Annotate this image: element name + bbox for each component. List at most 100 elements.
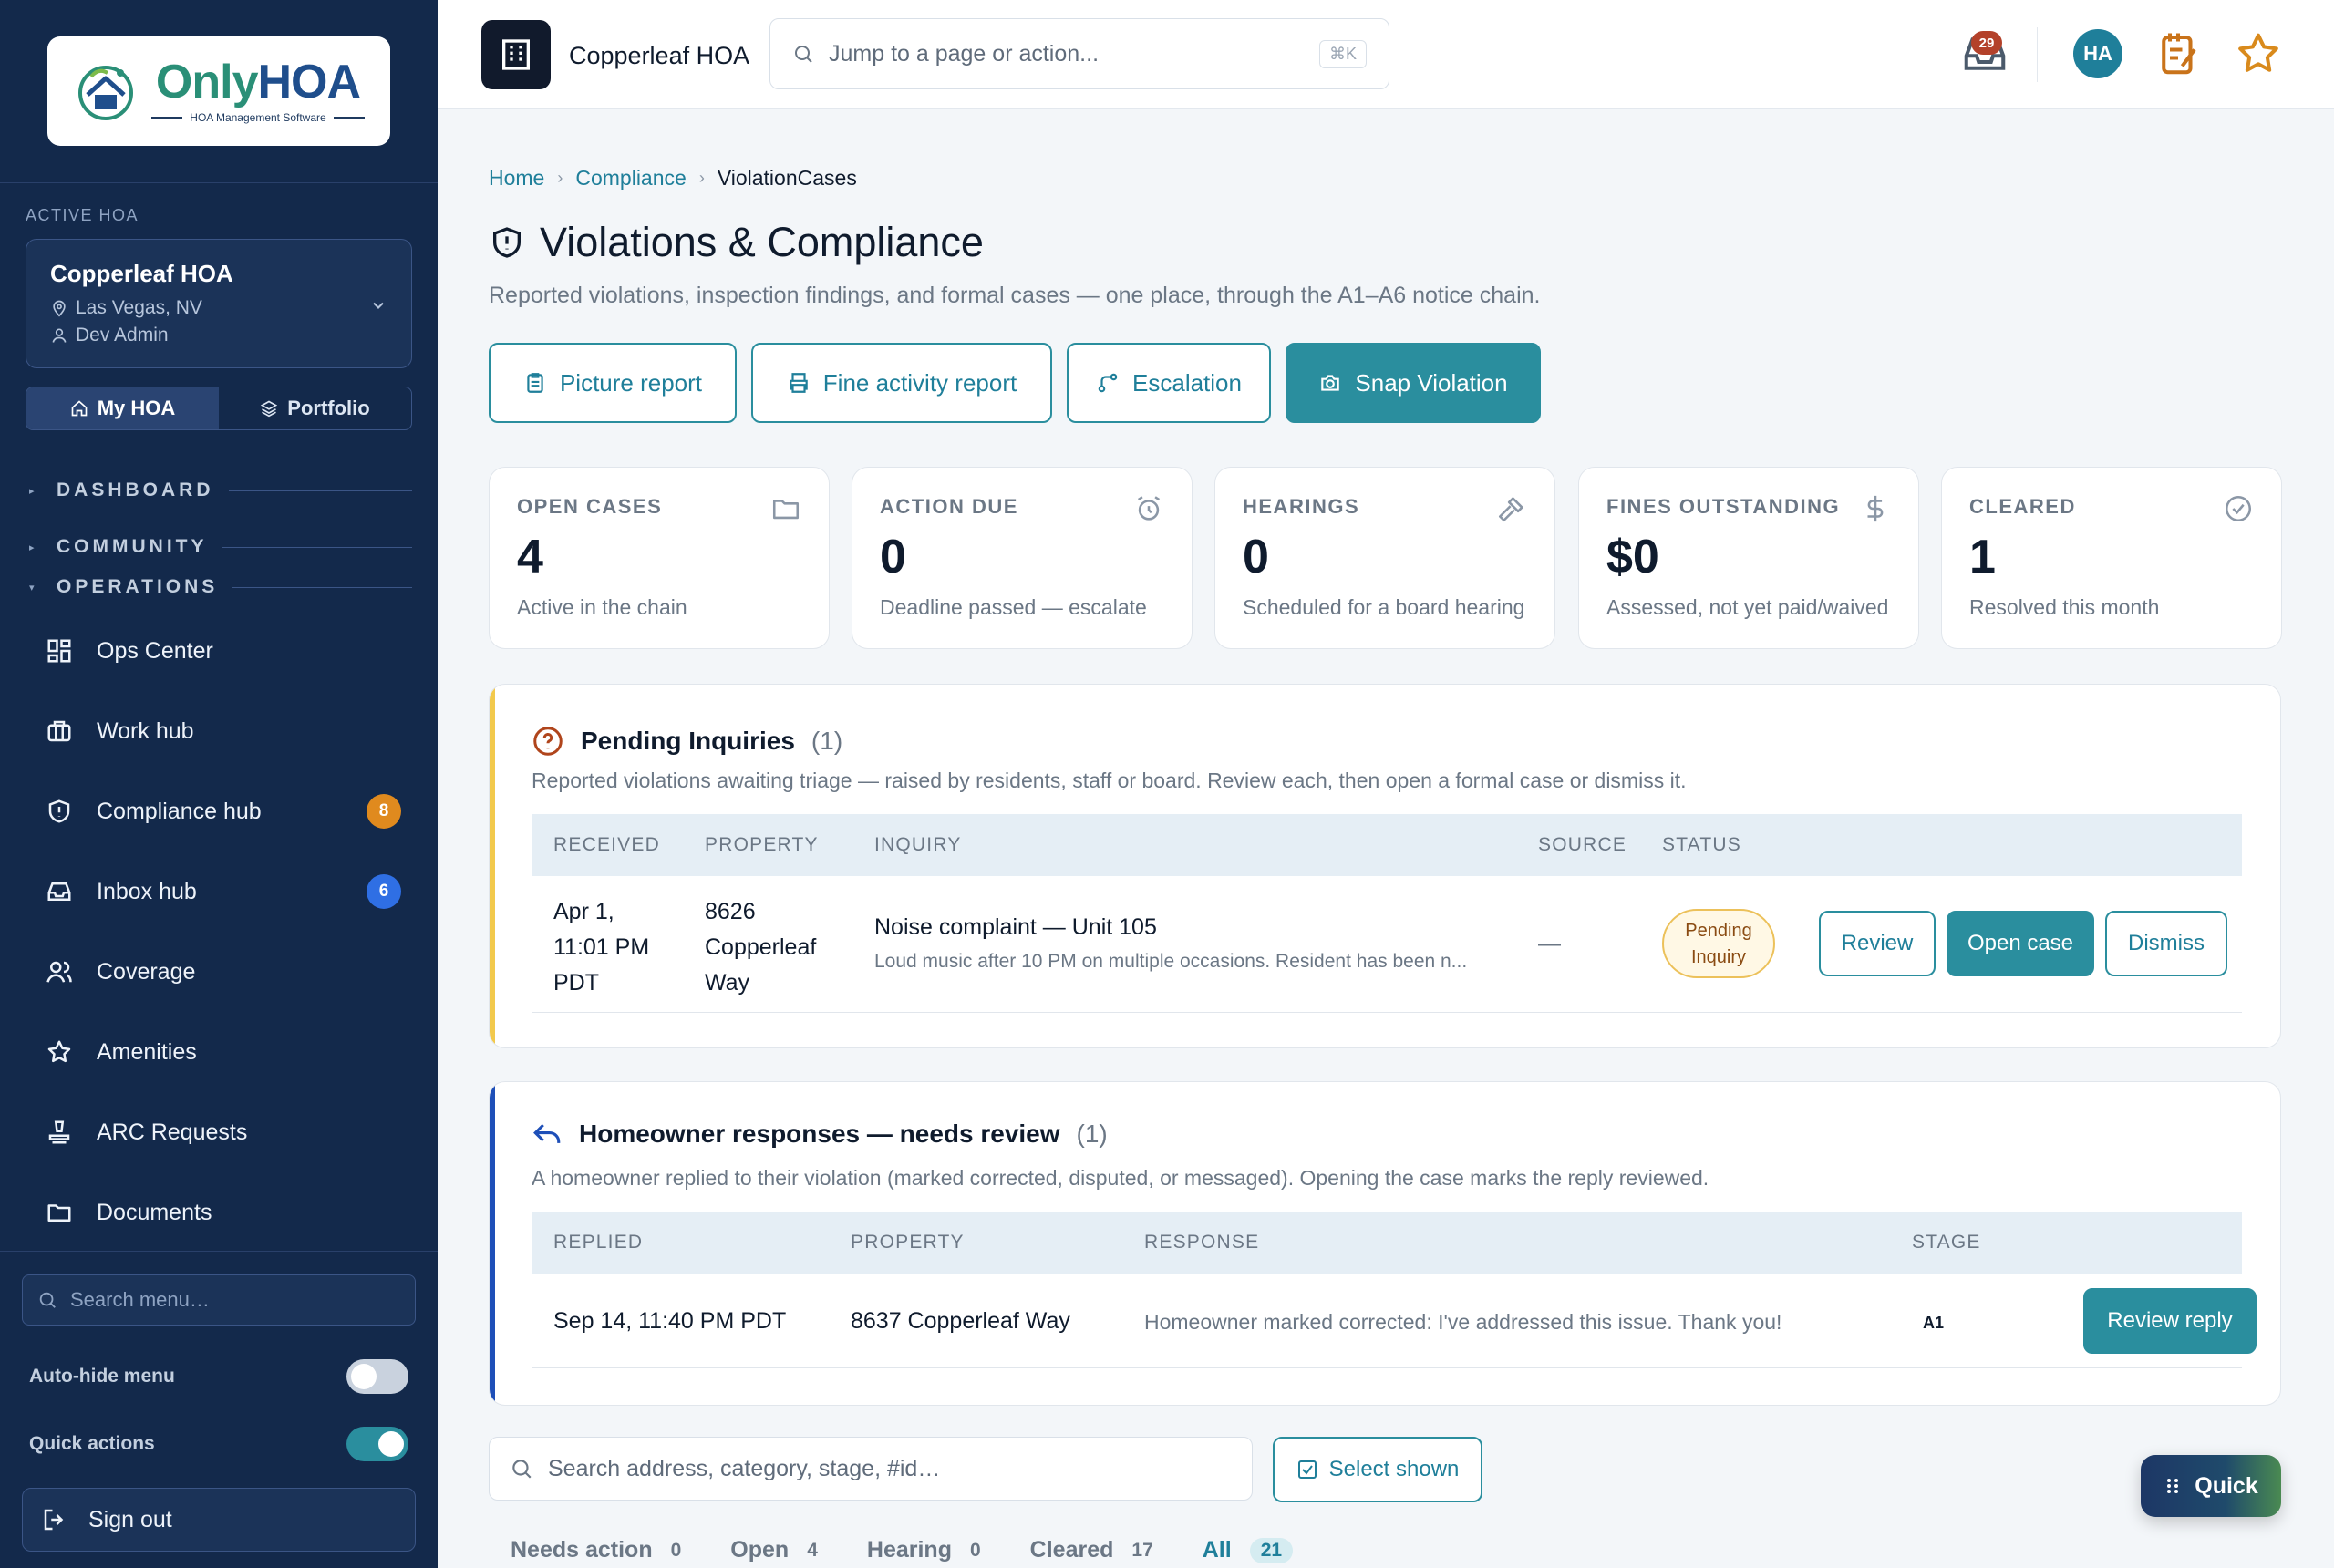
- dismiss-button[interactable]: Dismiss: [2105, 911, 2227, 976]
- portfolio-tab[interactable]: Portfolio: [219, 387, 411, 429]
- sidebar-item-label: Inbox hub: [97, 878, 197, 904]
- table-row[interactable]: Apr 1, 11:01 PM PDT 8626 Copperleaf Way Nois…: [532, 876, 2242, 1013]
- stat-desc: Deadline passed — escalate: [880, 595, 1147, 619]
- col-inquiry: INQUIRY: [874, 834, 962, 855]
- tab-open[interactable]: Open 4: [730, 1537, 818, 1563]
- page-title: Violations & Compliance: [489, 219, 984, 266]
- hoa-location: Las Vegas, NV: [76, 297, 202, 318]
- picture-report-button[interactable]: Picture report: [489, 343, 737, 423]
- inquiries-table-header: RECEIVED PROPERTY INQUIRY SOURCE STATUS: [532, 814, 2242, 876]
- auto-hide-toggle[interactable]: [346, 1359, 408, 1394]
- hoa-building-icon[interactable]: [481, 20, 551, 89]
- sidebar-item-documents[interactable]: Documents: [46, 1185, 410, 1240]
- page-title-text: Violations & Compliance: [540, 219, 984, 265]
- section-dashboard[interactable]: ▸ DASHBOARD: [29, 480, 412, 501]
- col-property: PROPERTY: [851, 1232, 965, 1253]
- section-community[interactable]: ▸ COMMUNITY: [29, 536, 412, 558]
- sidebar-item-work-hub[interactable]: Work hub: [46, 704, 410, 758]
- tab-all[interactable]: All 21: [1203, 1537, 1294, 1563]
- section-operations[interactable]: ▾ OPERATIONS: [29, 576, 412, 598]
- tab-cleared[interactable]: Cleared 17: [1030, 1537, 1153, 1563]
- quick-actions-button[interactable]: Quick: [2141, 1455, 2281, 1517]
- notepad-icon[interactable]: [2153, 29, 2203, 78]
- sidebar-item-coverage[interactable]: Coverage: [46, 944, 410, 999]
- inquiry-description: Loud music after 10 PM on multiple occas…: [874, 951, 1468, 972]
- portfolio-label: Portfolio: [287, 397, 370, 419]
- sign-out-label: Sign out: [88, 1506, 172, 1532]
- logo-only: Only: [155, 56, 259, 108]
- my-hoa-tab[interactable]: My HOA: [26, 387, 219, 429]
- source-cell: —: [1538, 931, 1561, 956]
- case-search-input[interactable]: Search address, category, stage, #id…: [489, 1437, 1253, 1501]
- avatar[interactable]: HA: [2073, 29, 2122, 78]
- responses-subtitle: A homeowner replied to their violation (…: [532, 1166, 1709, 1190]
- property-cell: 8626 Copperleaf Way: [705, 899, 817, 995]
- breadcrumb-compliance[interactable]: Compliance: [575, 166, 686, 191]
- section-community-label: COMMUNITY: [57, 536, 208, 557]
- sidebar-item-amenities[interactable]: Amenities: [46, 1025, 410, 1079]
- sidebar-item-label: Ops Center: [97, 637, 213, 664]
- inbox-icon: [47, 882, 71, 901]
- open-case-button[interactable]: Open case: [1947, 911, 2094, 976]
- printer-icon: [790, 373, 808, 393]
- stat-open-cases[interactable]: OPEN CASES 4 Active in the chain: [489, 467, 830, 649]
- stat-desc: Assessed, not yet paid/waived: [1606, 595, 1889, 619]
- stat-hearings[interactable]: HEARINGS 0 Scheduled for a board hearing: [1214, 467, 1555, 649]
- stat-desc: Resolved this month: [1969, 595, 2160, 619]
- top-bar: Copperleaf HOA Jump to a page or action.…: [438, 0, 2334, 109]
- sidebar-item-label: Documents: [97, 1199, 212, 1225]
- col-received: RECEIVED: [553, 834, 660, 855]
- escalation-button[interactable]: Escalation: [1067, 343, 1271, 423]
- folder-icon: [47, 1204, 71, 1222]
- sign-out-button[interactable]: Sign out: [22, 1488, 416, 1552]
- breadcrumb-home[interactable]: Home: [489, 166, 544, 191]
- breadcrumb: Home › Compliance › ViolationCases: [489, 166, 857, 191]
- logo[interactable]: OnlyHOA HOA Management Software: [47, 36, 390, 146]
- tab-needs-action[interactable]: Needs action 0: [511, 1537, 681, 1563]
- quick-actions-label: Quick actions: [29, 1433, 155, 1454]
- quick-actions-toggle[interactable]: [346, 1427, 408, 1461]
- star-icon: [47, 1040, 71, 1063]
- logout-icon: [44, 1509, 64, 1531]
- review-button[interactable]: Review: [1819, 911, 1936, 976]
- tab-label: Cleared: [1029, 1537, 1114, 1563]
- quick-label: Quick: [2195, 1472, 2258, 1499]
- stat-label: ACTION DUE: [880, 495, 1018, 518]
- sidebar-item-compliance-hub[interactable]: Compliance hub 8: [46, 784, 410, 839]
- tab-label: Open: [730, 1537, 790, 1563]
- table-row[interactable]: Sep 14, 11:40 PM PDT 8637 Copperleaf Way…: [532, 1274, 2257, 1368]
- menu-search-input[interactable]: Search menu…: [22, 1274, 416, 1326]
- review-reply-button[interactable]: Review reply: [2083, 1288, 2257, 1354]
- user-icon: [52, 328, 67, 343]
- snap-violation-button[interactable]: Snap Violation: [1286, 343, 1541, 423]
- snap-violation-label: Snap Violation: [1355, 368, 1508, 397]
- shield-alert-icon: [493, 227, 521, 258]
- clipboard-icon: [527, 373, 543, 393]
- stat-value: 0: [880, 531, 906, 583]
- sidebar-item-ops-center[interactable]: Ops Center: [46, 624, 410, 678]
- compliance-count-badge: 8: [367, 794, 401, 829]
- responses-count: (1): [1076, 1119, 1108, 1148]
- tab-hearing[interactable]: Hearing 0: [867, 1537, 981, 1563]
- col-status: STATUS: [1662, 834, 1741, 855]
- select-shown-button[interactable]: Select shown: [1273, 1437, 1482, 1502]
- global-search-placeholder: Jump to a page or action...: [829, 40, 1100, 67]
- page-subtitle: Reported violations, inspection findings…: [489, 283, 1541, 308]
- drag-dots-icon: [2167, 1479, 2179, 1493]
- stat-label: CLEARED: [1969, 495, 2076, 518]
- sidebar-item-inbox-hub[interactable]: Inbox hub 6: [46, 864, 410, 919]
- fine-activity-report-button[interactable]: Fine activity report: [751, 343, 1052, 423]
- col-source: SOURCE: [1538, 834, 1627, 855]
- sidebar-item-arc-requests[interactable]: ARC Requests: [46, 1105, 410, 1160]
- hoa-switcher[interactable]: Copperleaf HOA Las Vegas, NV Dev Admin: [26, 239, 412, 368]
- stat-cleared[interactable]: CLEARED 1 Resolved this month: [1941, 467, 2282, 649]
- case-search-placeholder: Search address, category, stage, #id…: [548, 1455, 941, 1481]
- fine-activity-report-label: Fine activity report: [822, 368, 1017, 397]
- favorite-star-icon[interactable]: [2234, 29, 2283, 78]
- stat-action-due[interactable]: ACTION DUE 0 Deadline passed — escalate: [852, 467, 1193, 649]
- stat-value: 1: [1969, 531, 1996, 583]
- pending-inquiries-title: Pending Inquiries: [581, 727, 795, 755]
- stat-fines-outstanding[interactable]: FINES OUTSTANDING $0 Assessed, not yet p…: [1578, 467, 1919, 649]
- global-search-input[interactable]: Jump to a page or action... ⌘K: [769, 18, 1389, 89]
- sidebar-item-label: Compliance hub: [97, 798, 262, 824]
